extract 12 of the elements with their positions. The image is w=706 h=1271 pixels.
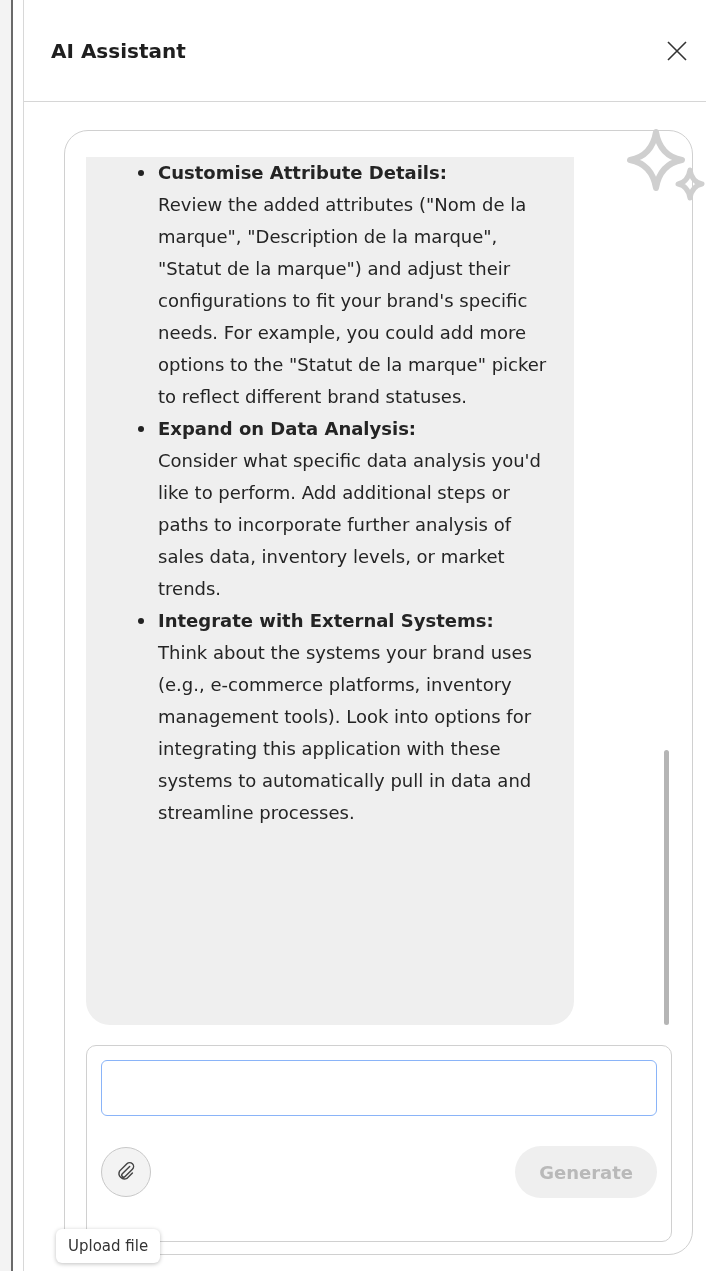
panel-title: AI Assistant xyxy=(51,38,186,63)
paperclip-icon xyxy=(115,1161,137,1183)
prompt-input[interactable] xyxy=(101,1060,657,1116)
bullet-icon xyxy=(138,618,144,624)
attach-button[interactable] xyxy=(101,1147,151,1197)
list-item-text: Expand on Data Analysis: Consider what specific data analysis you'd like to perform. Add additional steps or paths to incorporate further analysis of sales data, inventory levels, or market trends. xyxy=(158,417,542,601)
bullet-icon xyxy=(138,426,144,432)
list-item-text: Integrate with External Systems: Think about the systems your brand uses (e.g., e-commerce platforms, inventory management tools). Look into options for integrating this application with these systems to automatically pull in data and streamline processes. xyxy=(158,609,533,825)
bullet-icon xyxy=(138,170,144,176)
scrollbar-thumb[interactable] xyxy=(664,750,669,1025)
list-item-text: Customise Attribute Details: Review the added attributes ("Nom de la marque", "Description de la marque", "Statut de la marque") and adjust their configurations to fit your brand's specific needs. For example, you could add more options to the "Statut de la marque" picker to reflect different brand statuses. xyxy=(158,161,548,409)
tooltip: Upload file xyxy=(56,1229,161,1263)
